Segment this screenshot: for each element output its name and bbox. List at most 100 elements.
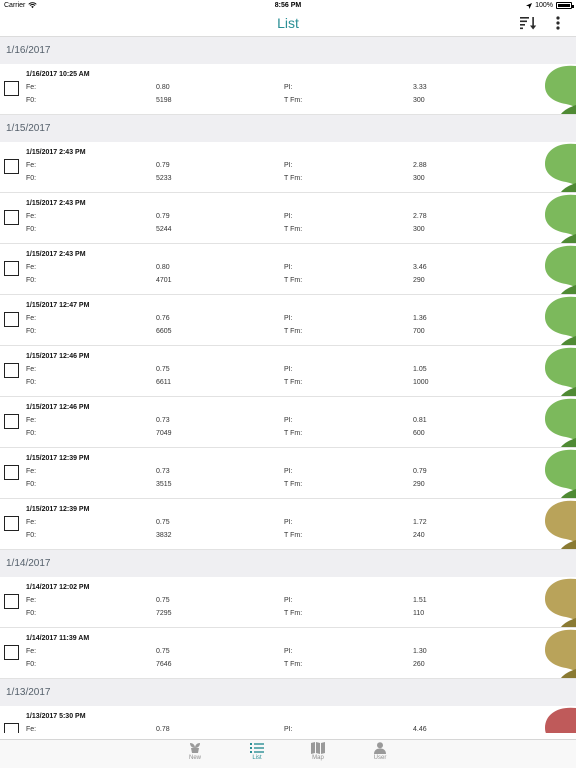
fe-value: 0.79 — [156, 213, 170, 220]
f0-label: F0: — [26, 277, 37, 284]
fe-value: 0.76 — [156, 315, 170, 322]
date-section-header: 1/16/2017 — [0, 37, 576, 64]
fe-label: Fe: — [26, 213, 37, 220]
measurement-timestamp: 1/15/2017 2:43 PM — [26, 251, 86, 258]
measurement-timestamp: 1/15/2017 12:39 PM — [26, 455, 90, 462]
select-checkbox[interactable] — [4, 414, 19, 429]
list-item[interactable]: 1/15/2017 12:47 PM Fe: 0.76 PI: 1.36 F0: 6605 T… — [0, 295, 576, 346]
f0-value: 7295 — [156, 610, 172, 617]
tfm-label: T Fm: — [284, 328, 303, 335]
tfm-value: 300 — [413, 97, 425, 104]
fe-label: Fe: — [26, 366, 37, 373]
list-item[interactable]: 1/15/2017 12:46 PM Fe: 0.75 PI: 1.05 F0: 6611 T… — [0, 346, 576, 397]
measurement-timestamp: 1/15/2017 12:39 PM — [26, 506, 90, 513]
fe-label: Fe: — [26, 417, 37, 424]
f0-value: 5244 — [156, 226, 172, 233]
fe-value: 0.79 — [156, 162, 170, 169]
measurement-timestamp: 1/15/2017 12:47 PM — [26, 302, 90, 309]
f0-label: F0: — [26, 328, 37, 335]
select-checkbox[interactable] — [4, 516, 19, 531]
list-item[interactable]: 1/15/2017 2:43 PM Fe: 0.79 PI: 2.78 F0: 5244 T … — [0, 193, 576, 244]
pi-value: 0.79 — [413, 468, 427, 475]
fe-label: Fe: — [26, 162, 37, 169]
tfm-label: T Fm: — [284, 430, 303, 437]
fe-value: 0.80 — [156, 264, 170, 271]
status-leaf-icon — [545, 449, 576, 498]
list-item[interactable]: 1/15/2017 2:43 PM Fe: 0.80 PI: 3.46 F0: 4701 T … — [0, 244, 576, 295]
date-section-header: 1/15/2017 — [0, 115, 576, 142]
tfm-value: 700 — [413, 328, 425, 335]
pi-value: 4.46 — [413, 726, 427, 733]
location-icon — [526, 2, 533, 9]
list-item[interactable]: 1/15/2017 2:43 PM Fe: 0.79 PI: 2.88 F0: 5233 T … — [0, 142, 576, 193]
date-section-header: 1/13/2017 — [0, 679, 576, 706]
list-item[interactable]: 1/15/2017 12:46 PM Fe: 0.73 PI: 0.81 F0: 7049 T… — [0, 397, 576, 448]
tab-label: List — [252, 755, 262, 761]
pi-label: PI: — [284, 726, 293, 733]
f0-label: F0: — [26, 175, 37, 182]
pi-label: PI: — [284, 213, 293, 220]
pi-label: PI: — [284, 468, 293, 475]
list-item[interactable]: 1/15/2017 12:39 PM Fe: 0.75 PI: 1.72 F0: 3832 T… — [0, 499, 576, 550]
status-leaf-icon — [545, 500, 576, 549]
f0-value: 4701 — [156, 277, 172, 284]
fe-label: Fe: — [26, 468, 37, 475]
fe-label: Fe: — [26, 315, 37, 322]
list-item[interactable]: 1/16/2017 10:25 AM Fe: 0.80 PI: 3.33 F0: 5198 T… — [0, 64, 576, 115]
f0-value: 7049 — [156, 430, 172, 437]
select-checkbox[interactable] — [4, 594, 19, 609]
select-checkbox[interactable] — [4, 465, 19, 480]
tab-user[interactable]: User — [360, 742, 400, 761]
f0-label: F0: — [26, 532, 37, 539]
tfm-label: T Fm: — [284, 277, 303, 284]
f0-label: F0: — [26, 97, 37, 104]
tab-list[interactable]: List — [237, 742, 277, 761]
list-item[interactable]: 1/14/2017 12:02 PM Fe: 0.75 PI: 1.51 F0: 7295 T… — [0, 577, 576, 628]
pi-label: PI: — [284, 648, 293, 655]
status-leaf-icon — [545, 578, 576, 627]
pi-value: 1.72 — [413, 519, 427, 526]
tfm-label: T Fm: — [284, 379, 303, 386]
tfm-value: 1000 — [413, 379, 429, 386]
f0-label: F0: — [26, 226, 37, 233]
plant-icon — [175, 742, 215, 754]
select-checkbox[interactable] — [4, 81, 19, 96]
measurement-timestamp: 1/15/2017 12:46 PM — [26, 404, 90, 411]
pi-value: 3.33 — [413, 84, 427, 91]
f0-label: F0: — [26, 610, 37, 617]
more-vertical-icon[interactable] — [552, 15, 564, 31]
f0-value: 7646 — [156, 661, 172, 668]
pi-value: 1.36 — [413, 315, 427, 322]
measurement-list[interactable]: 1/16/2017 1/16/2017 10:25 AM Fe: 0.80 PI: 3.3… — [0, 37, 576, 739]
tfm-label: T Fm: — [284, 661, 303, 668]
tab-label: Map — [312, 755, 324, 761]
tfm-value: 290 — [413, 277, 425, 284]
tab-new[interactable]: New — [175, 742, 215, 761]
select-checkbox[interactable] — [4, 261, 19, 276]
map-icon — [298, 742, 338, 754]
fe-value: 0.78 — [156, 726, 170, 733]
fe-value: 0.80 — [156, 84, 170, 91]
f0-label: F0: — [26, 430, 37, 437]
select-checkbox[interactable] — [4, 210, 19, 225]
fe-value: 0.75 — [156, 597, 170, 604]
tfm-label: T Fm: — [284, 97, 303, 104]
status-leaf-icon — [545, 245, 576, 294]
status-leaf-icon — [545, 347, 576, 396]
battery-icon — [556, 2, 574, 9]
select-checkbox[interactable] — [4, 159, 19, 174]
tab-map[interactable]: Map — [298, 742, 338, 761]
tfm-label: T Fm: — [284, 610, 303, 617]
f0-value: 6611 — [156, 379, 172, 386]
list-item[interactable]: 1/15/2017 12:39 PM Fe: 0.73 PI: 0.79 F0: 3515 T… — [0, 448, 576, 499]
list-item[interactable]: 1/14/2017 11:39 AM Fe: 0.75 PI: 1.30 F0: 7646 T… — [0, 628, 576, 679]
fe-value: 0.75 — [156, 366, 170, 373]
f0-label: F0: — [26, 661, 37, 668]
select-checkbox[interactable] — [4, 312, 19, 327]
sort-icon[interactable] — [520, 16, 538, 30]
select-checkbox[interactable] — [4, 363, 19, 378]
select-checkbox[interactable] — [4, 645, 19, 660]
page-title: List — [277, 15, 299, 31]
clock-label: 8:56 PM — [274, 2, 302, 9]
status-right: 100% — [526, 2, 574, 9]
